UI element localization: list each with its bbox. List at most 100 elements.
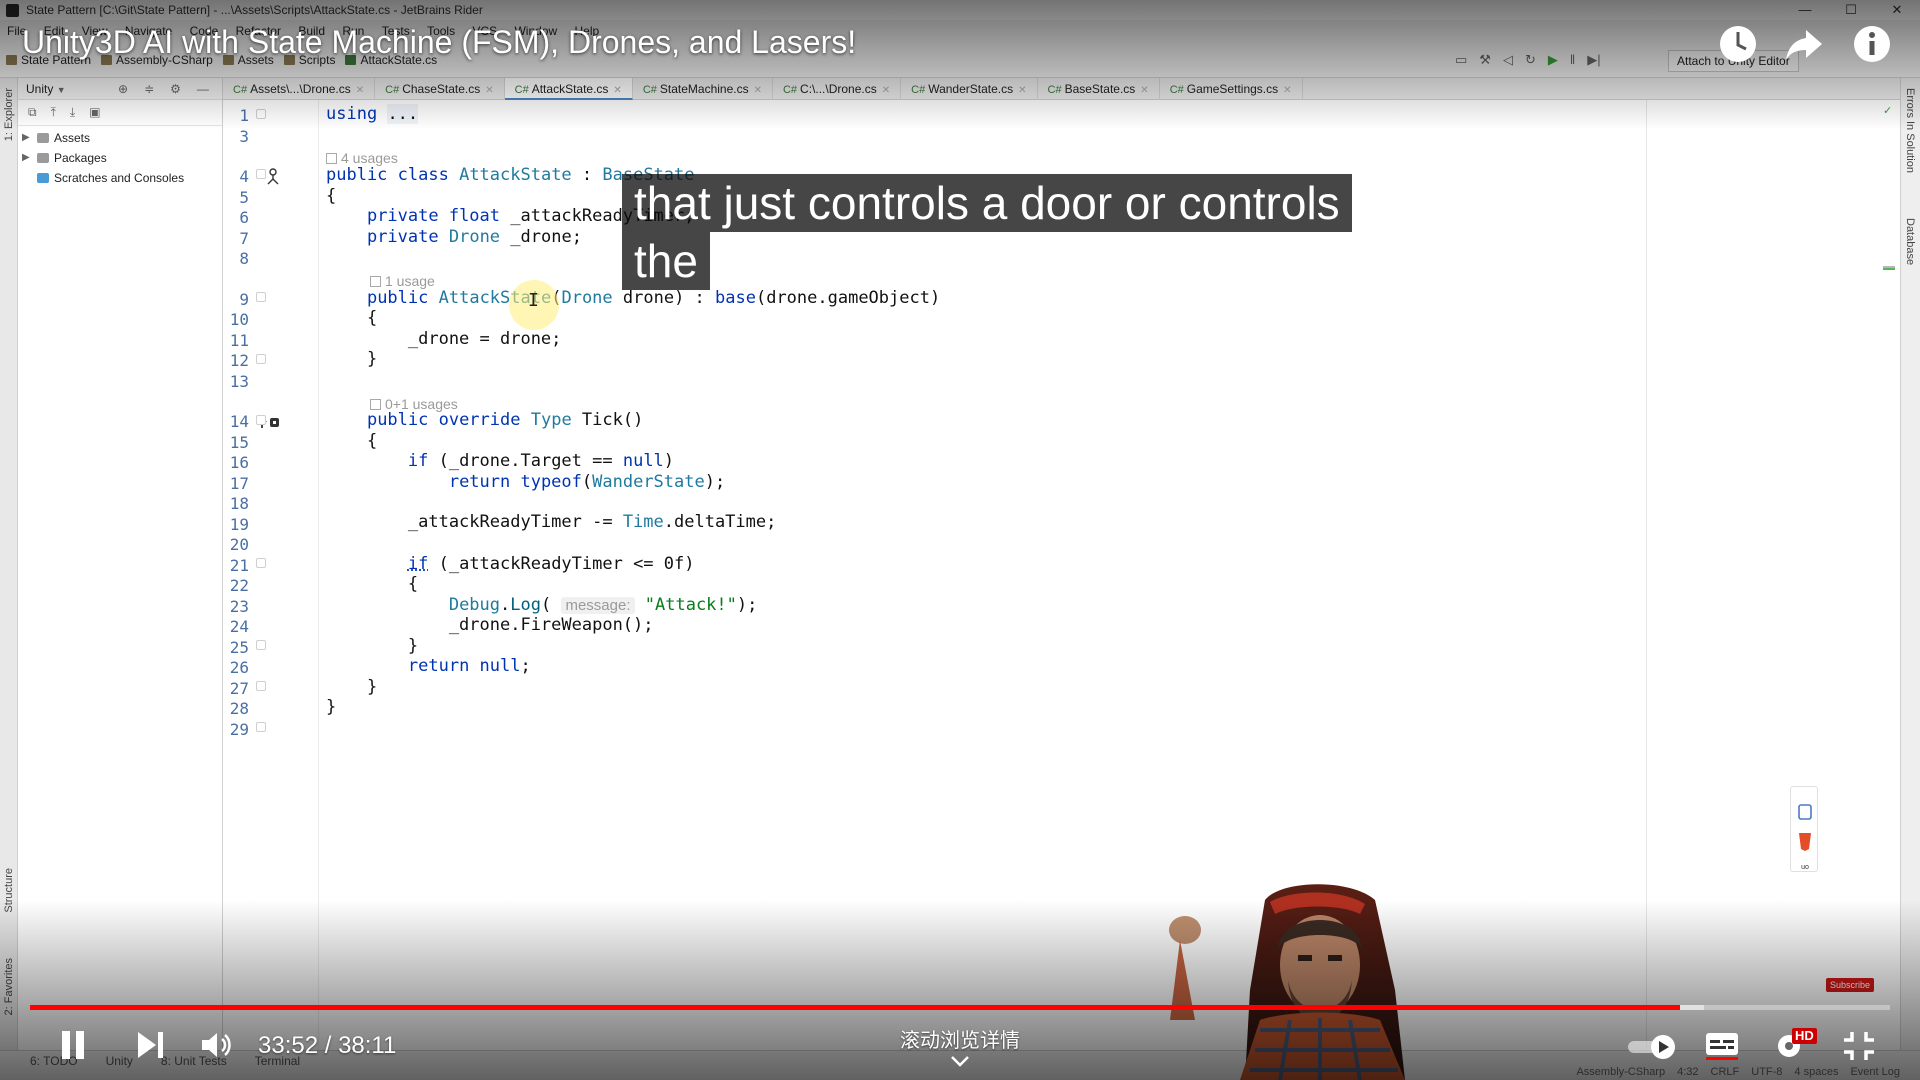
close-icon[interactable]: ✕ bbox=[1018, 85, 1026, 96]
close-button[interactable]: ✕ bbox=[1874, 0, 1920, 20]
show-files-icon[interactable]: ⧉ bbox=[28, 105, 37, 125]
scroll-for-details-hint[interactable]: 滚动浏览详情 bbox=[890, 1024, 1030, 1053]
progress-bar[interactable] bbox=[30, 1005, 1890, 1010]
collapse-icon[interactable]: ⤓ bbox=[70, 105, 75, 125]
settings-button[interactable]: HD bbox=[1774, 1028, 1817, 1062]
code-line[interactable]: { bbox=[326, 186, 336, 206]
expand-icon[interactable]: ⤒ bbox=[51, 105, 56, 125]
tool-window-structure[interactable]: Structure bbox=[3, 868, 15, 913]
locate-icon[interactable]: ⊕ bbox=[118, 78, 128, 100]
tool-window-explorer[interactable]: 1: Explorer bbox=[3, 88, 15, 141]
minimize-button[interactable]: — bbox=[1782, 0, 1828, 20]
refresh-icon[interactable]: ↻ bbox=[1525, 52, 1536, 68]
close-icon[interactable]: ✕ bbox=[1140, 85, 1148, 96]
code-line[interactable]: private Drone _drone; bbox=[326, 227, 582, 247]
tab-chasestate[interactable]: C# ChaseState.cs ✕ bbox=[375, 78, 505, 100]
close-icon[interactable]: ✕ bbox=[613, 85, 621, 96]
share-icon[interactable] bbox=[1782, 22, 1826, 66]
fold-marker[interactable] bbox=[256, 558, 266, 568]
code-line[interactable]: public override Type Tick() bbox=[326, 410, 643, 430]
chevron-right-icon[interactable]: ▶ bbox=[22, 148, 32, 168]
implementations-icon[interactable] bbox=[265, 168, 281, 186]
code-line[interactable]: if (_drone.Target == null) bbox=[326, 451, 674, 471]
project-view-selector[interactable]: Unity bbox=[26, 82, 53, 96]
tab-basestate[interactable]: C# BaseState.cs ✕ bbox=[1038, 78, 1160, 100]
code-line[interactable]: _drone.FireWeapon(); bbox=[326, 615, 654, 635]
tool-window-unity[interactable]: Unity bbox=[106, 1054, 133, 1068]
build-hammer-icon[interactable]: ⚒ bbox=[1479, 52, 1491, 68]
code-line[interactable]: } bbox=[326, 349, 377, 369]
pause-icon[interactable]: ‖ bbox=[1570, 52, 1575, 68]
close-icon[interactable]: ✕ bbox=[754, 85, 762, 96]
volume-button[interactable] bbox=[198, 1027, 234, 1063]
line-separator[interactable]: CRLF bbox=[1711, 1066, 1740, 1078]
collapse-all-icon[interactable]: ≑ bbox=[144, 78, 154, 100]
close-icon[interactable]: ✕ bbox=[356, 85, 364, 96]
gear-icon[interactable]: ⚙ bbox=[170, 78, 181, 100]
usages-hint[interactable]: 4 usages bbox=[326, 150, 398, 166]
tree-item-scratches[interactable]: Scratches and Consoles bbox=[18, 168, 222, 188]
code-line[interactable]: } bbox=[326, 677, 377, 697]
code-line[interactable]: return typeof(WanderState); bbox=[326, 472, 725, 492]
subtitles-button[interactable] bbox=[1704, 1030, 1740, 1060]
close-icon[interactable]: ✕ bbox=[882, 85, 890, 96]
event-log[interactable]: Event Log bbox=[1850, 1066, 1900, 1078]
tab-gamesettings[interactable]: C# GameSettings.cs ✕ bbox=[1160, 78, 1303, 100]
code-line[interactable]: _drone = drone; bbox=[326, 329, 562, 349]
fold-marker[interactable] bbox=[256, 722, 266, 732]
step-icon[interactable]: ▶| bbox=[1587, 52, 1600, 68]
fold-marker[interactable] bbox=[256, 292, 266, 302]
caret-position[interactable]: 4:32 bbox=[1677, 1066, 1698, 1078]
next-button[interactable] bbox=[134, 1027, 168, 1063]
tab-attackstate[interactable]: C# AttackState.cs ✕ bbox=[504, 78, 633, 100]
code-line[interactable]: { bbox=[326, 431, 377, 451]
subscribe-watermark[interactable]: Subscribe bbox=[1826, 978, 1875, 992]
chevron-down-icon[interactable]: ▼ bbox=[57, 85, 66, 95]
close-icon[interactable]: ✕ bbox=[1283, 85, 1291, 96]
code-line[interactable]: _attackReadyTimer -= Time.deltaTime; bbox=[326, 512, 776, 532]
inspection-ok-icon[interactable]: ✓ bbox=[1883, 104, 1893, 117]
fold-marker[interactable] bbox=[256, 354, 266, 364]
code-line[interactable]: return null; bbox=[326, 656, 531, 676]
tree-item-assets[interactable]: ▶ Assets bbox=[18, 128, 222, 148]
preview-icon[interactable]: ▣ bbox=[89, 105, 100, 125]
code-line[interactable]: Debug.Log( message: "Attack!"); bbox=[326, 595, 758, 615]
tab-drone-c[interactable]: C# C:\...\Drone.cs ✕ bbox=[773, 78, 902, 100]
fold-marker[interactable] bbox=[256, 109, 266, 119]
tab-statemachine[interactable]: C# StateMachine.cs ✕ bbox=[633, 78, 773, 100]
pause-button[interactable] bbox=[56, 1027, 90, 1063]
indent-setting[interactable]: 4 spaces bbox=[1794, 1066, 1838, 1078]
code-line[interactable]: } bbox=[326, 697, 336, 717]
tab-drone-assets[interactable]: C# Assets\...\Drone.cs ✕ bbox=[223, 78, 376, 100]
layout-icon[interactable]: ▭ bbox=[1455, 52, 1467, 68]
exit-fullscreen-button[interactable] bbox=[1842, 1030, 1876, 1062]
fold-marker[interactable] bbox=[256, 415, 266, 425]
video-title[interactable]: Unity3D AI with State Machine (FSM), Dro… bbox=[22, 24, 856, 61]
watch-later-icon[interactable] bbox=[1716, 22, 1760, 66]
tab-wanderstate[interactable]: C# WanderState.cs ✕ bbox=[901, 78, 1038, 100]
code-line[interactable]: } bbox=[326, 636, 418, 656]
info-icon[interactable] bbox=[1850, 22, 1894, 66]
maximize-button[interactable]: ☐ bbox=[1828, 0, 1874, 20]
fold-marker[interactable] bbox=[256, 169, 266, 179]
usages-hint[interactable]: 1 usage bbox=[370, 273, 435, 289]
run-icon[interactable]: ▶ bbox=[1548, 52, 1558, 68]
code-line[interactable]: { bbox=[326, 574, 418, 594]
fold-marker[interactable] bbox=[256, 640, 266, 650]
code-line[interactable]: if (_attackReadyTimer <= 0f) bbox=[326, 554, 695, 574]
chevron-down-icon[interactable] bbox=[948, 1052, 972, 1070]
code-line[interactable]: public AttackState(Drone drone) : base(d… bbox=[326, 288, 940, 308]
code-line[interactable]: using ... bbox=[326, 104, 419, 124]
file-encoding[interactable]: UTF-8 bbox=[1751, 1066, 1782, 1078]
project-context[interactable]: Assembly-CSharp bbox=[1576, 1066, 1665, 1078]
code-line[interactable]: { bbox=[326, 308, 377, 328]
chevron-right-icon[interactable]: ▶ bbox=[22, 128, 32, 148]
close-icon[interactable]: ✕ bbox=[485, 85, 493, 96]
back-icon[interactable]: ◁ bbox=[1503, 52, 1513, 68]
fold-marker[interactable] bbox=[256, 681, 266, 691]
autoplay-toggle[interactable] bbox=[1626, 1034, 1678, 1060]
tool-window-favorites[interactable]: 2: Favorites bbox=[3, 958, 15, 1015]
tool-window-database[interactable]: Database bbox=[1904, 218, 1916, 265]
tool-window-errors[interactable]: Errors In Solution bbox=[1904, 88, 1916, 173]
hide-icon[interactable]: — bbox=[197, 78, 209, 100]
